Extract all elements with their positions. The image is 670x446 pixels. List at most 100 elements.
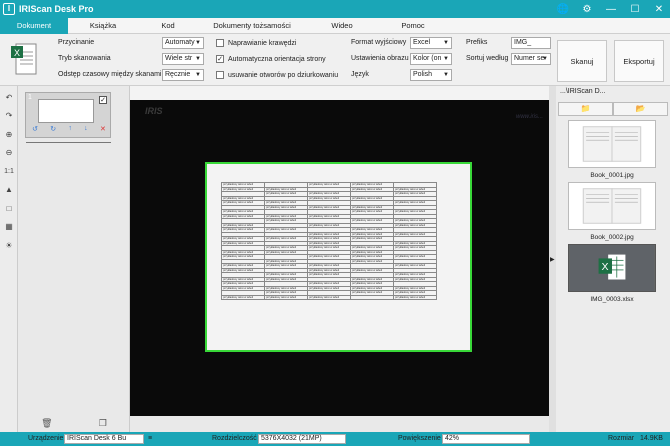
select-area-icon[interactable]: ▦ [2,220,16,234]
panel-splitter[interactable]: ▶ [549,86,556,432]
interval-label: Odstęp czasowy między skanami [58,71,162,78]
ribbon: X Przycinanie Automaty ▼ Tryb skanowania … [0,34,670,86]
file-item[interactable]: Book_0002.jpg [568,182,656,241]
chevron-down-icon: ▼ [542,56,548,62]
scanned-table: przykładowy tekst w tabeli przykładowy te… [221,182,437,300]
crop-label: Przycinanie [58,39,95,46]
iris-logo: IRIS [145,106,163,116]
scan-button[interactable]: Skanuj [557,40,607,82]
open-folder-icon[interactable]: 📂 [613,102,668,116]
viewer-header [130,86,549,100]
folder-path: ...\IRIScan D... [560,88,606,95]
thumbnail-number: 1 [28,94,32,101]
undo-icon[interactable]: ↶ [2,90,16,104]
language-select[interactable]: Polish ▼ [410,69,452,81]
copy-icon[interactable]: ❐ [99,418,107,432]
book-thumbnail [568,182,656,230]
device-label: Urządzenie [28,435,64,442]
excel-file-icon: X [568,244,656,292]
crop-select[interactable]: Automaty ▼ [162,37,204,49]
scan-mode-select[interactable]: Wiele str ▼ [162,53,204,65]
file-name: IMG_0003.xlsx [590,296,634,303]
image-settings-select[interactable]: Kolor (on ▼ [410,53,452,65]
tab-document[interactable]: Dokument [0,18,68,34]
iris-url-text: www.iris... [516,114,543,120]
device-settings-icon[interactable]: ≡ [148,435,152,442]
prefix-input[interactable]: IMG_ [511,37,551,49]
thumbnail-image [38,99,94,123]
scanned-document[interactable]: przykładowy tekst w tabeli przykładowy te… [205,162,472,352]
thumbnail-actions: 🗑 ❐ [18,418,130,432]
interval-select[interactable]: Ręcznie ▼ [162,69,204,81]
output-files-panel: ...\IRIScan D... 📁 📂 Book_0001.jpg Book_… [556,86,670,432]
output-format-label: Format wyjściowy [351,39,407,46]
book-thumbnail [568,120,656,168]
export-button[interactable]: Eksportuj [614,40,664,82]
device-select[interactable]: IRIScan Desk 6 Bu [64,434,144,444]
tab-book[interactable]: Książka [68,18,138,34]
sort-label: Sortuj według [466,55,509,62]
resolution-label: Rozdzielczość [212,435,257,442]
file-name: Book_0002.jpg [590,234,634,241]
resolution-select[interactable]: 5376X4032 (21MP) [258,434,346,444]
fix-edges-checkbox[interactable]: Naprawianie krawędzi [216,39,296,47]
chevron-right-icon: ▶ [550,257,555,263]
tab-id-documents[interactable]: Dokumenty tożsamości [198,18,306,34]
minimize-icon[interactable]: — [604,2,618,16]
globe-icon[interactable]: 🌐 [556,2,570,16]
zoom-label: Powiększenie [398,435,441,442]
stamp-icon[interactable]: ▲ [2,183,16,197]
language-label: Język [351,71,369,78]
chevron-down-icon: ▼ [443,72,449,78]
prefix-label: Prefiks [466,39,488,46]
zoom-in-icon[interactable]: ⊕ [2,127,16,141]
chevron-down-icon: ▼ [443,40,449,46]
folder-icon[interactable]: 📁 [558,102,613,116]
size-value: 14.9KB [640,435,663,442]
file-item[interactable]: Book_0001.jpg [568,120,656,179]
app-logo-icon: I [3,3,15,15]
tab-video[interactable]: Wideo [306,18,378,34]
redo-icon[interactable]: ↷ [2,109,16,123]
trash-icon[interactable]: 🗑 [41,418,52,432]
status-bar: Urządzenie IRIScan Desk 6 Bu ≡ Rozdzielc… [0,432,670,446]
delete-icon[interactable]: ✕ [100,125,106,137]
crop-icon[interactable]: □ [2,201,16,215]
remove-holes-checkbox[interactable]: usuwanie otworów po dziurkowaniu [216,71,338,79]
chevron-down-icon: ▼ [195,72,201,78]
excel-document-icon: X [11,43,37,75]
maximize-icon[interactable]: ☐ [628,2,642,16]
file-item-selected[interactable]: X IMG_0003.xlsx [568,244,656,303]
rotate-left-icon[interactable]: ↺ [32,125,38,137]
left-toolbar: ↶ ↷ ⊕ ⊖ 1:1 ▲ □ ▦ ☀ [0,86,18,432]
menu-bar: Dokument Książka Kod kreskowy Dokumenty … [0,18,670,46]
auto-orientation-checkbox[interactable]: ✓ Automatyczna orientacja strony [216,55,326,63]
thumbnail-slider[interactable] [26,142,111,143]
thumbnail-checkbox[interactable]: ✓ [99,96,107,104]
file-name: Book_0001.jpg [590,172,634,179]
rotate-right-icon[interactable]: ↻ [50,125,56,137]
move-up-icon[interactable]: ↑ [68,125,72,137]
actual-size-icon[interactable]: 1:1 [2,164,16,178]
image-settings-label: Ustawienia obrazu [351,55,409,62]
zoom-out-icon[interactable]: ⊖ [2,146,16,160]
zoom-select[interactable]: 42% [442,434,530,444]
output-format-select[interactable]: Excel ▼ [410,37,452,49]
image-viewer[interactable]: IRIS www.iris... przykładowy tekst w tab… [130,100,549,416]
title-bar: I IRIScan Desk Pro 🌐 ⚙ — ☐ ✕ [0,0,670,18]
chevron-down-icon: ▼ [195,56,201,62]
close-icon[interactable]: ✕ [652,2,666,16]
app-title: IRIScan Desk Pro [19,4,94,14]
sort-select[interactable]: Numer se ▼ [511,53,551,65]
thumbnail-panel: 1 ✓ ↺ ↻ ↑ ↓ ✕ [18,86,130,432]
chevron-down-icon: ▼ [443,56,449,62]
chevron-down-icon: ▼ [195,40,201,46]
scan-mode-label: Tryb skanowania [58,55,111,62]
gear-icon[interactable]: ⚙ [580,2,594,16]
page-thumbnail[interactable]: 1 ✓ ↺ ↻ ↑ ↓ ✕ [25,92,111,138]
move-down-icon[interactable]: ↓ [84,125,88,137]
tab-barcode[interactable]: Kod kreskowy [138,18,198,46]
tab-help[interactable]: Pomoc [378,18,448,34]
brightness-icon[interactable]: ☀ [2,238,16,252]
size-label: Rozmiar [608,435,635,442]
